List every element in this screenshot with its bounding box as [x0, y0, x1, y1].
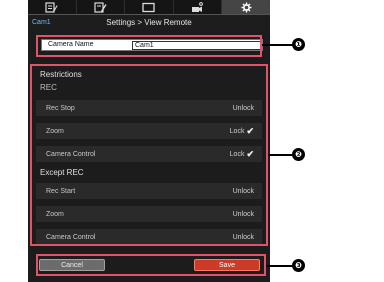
tab-camera-settings[interactable]: [174, 0, 223, 14]
tab-metadata[interactable]: [77, 0, 126, 14]
tab-view-remote[interactable]: [125, 0, 174, 14]
highlight-frame-3: [36, 254, 266, 276]
nav-header: Cam1 Settings > View Remote: [28, 14, 270, 30]
callout-line-3: [266, 265, 292, 267]
camera-settings-icon: [192, 1, 203, 12]
highlight-frame-1: [36, 35, 262, 57]
view-screen-icon: [142, 2, 156, 12]
callout-line-1: [262, 44, 292, 46]
callout-marker-2: ❷: [292, 148, 305, 161]
page-title: Settings > View Remote: [106, 18, 192, 27]
tab-clip-list[interactable]: [28, 0, 77, 14]
edit-pencil-icon: [94, 1, 107, 13]
callout-marker-3: ❸: [292, 259, 305, 272]
tab-settings[interactable]: [222, 0, 270, 14]
edit-list-icon: [45, 1, 58, 13]
tab-bar: [28, 0, 270, 14]
callout-marker-1: ❶: [292, 38, 305, 51]
gear-icon: [241, 2, 252, 12]
highlight-frame-2: [30, 64, 268, 246]
view-remote-settings-screen: Cam1 Settings > View Remote Camera Name …: [0, 0, 384, 282]
camera-label: Cam1: [32, 19, 51, 26]
callout-line-2: [268, 154, 292, 156]
